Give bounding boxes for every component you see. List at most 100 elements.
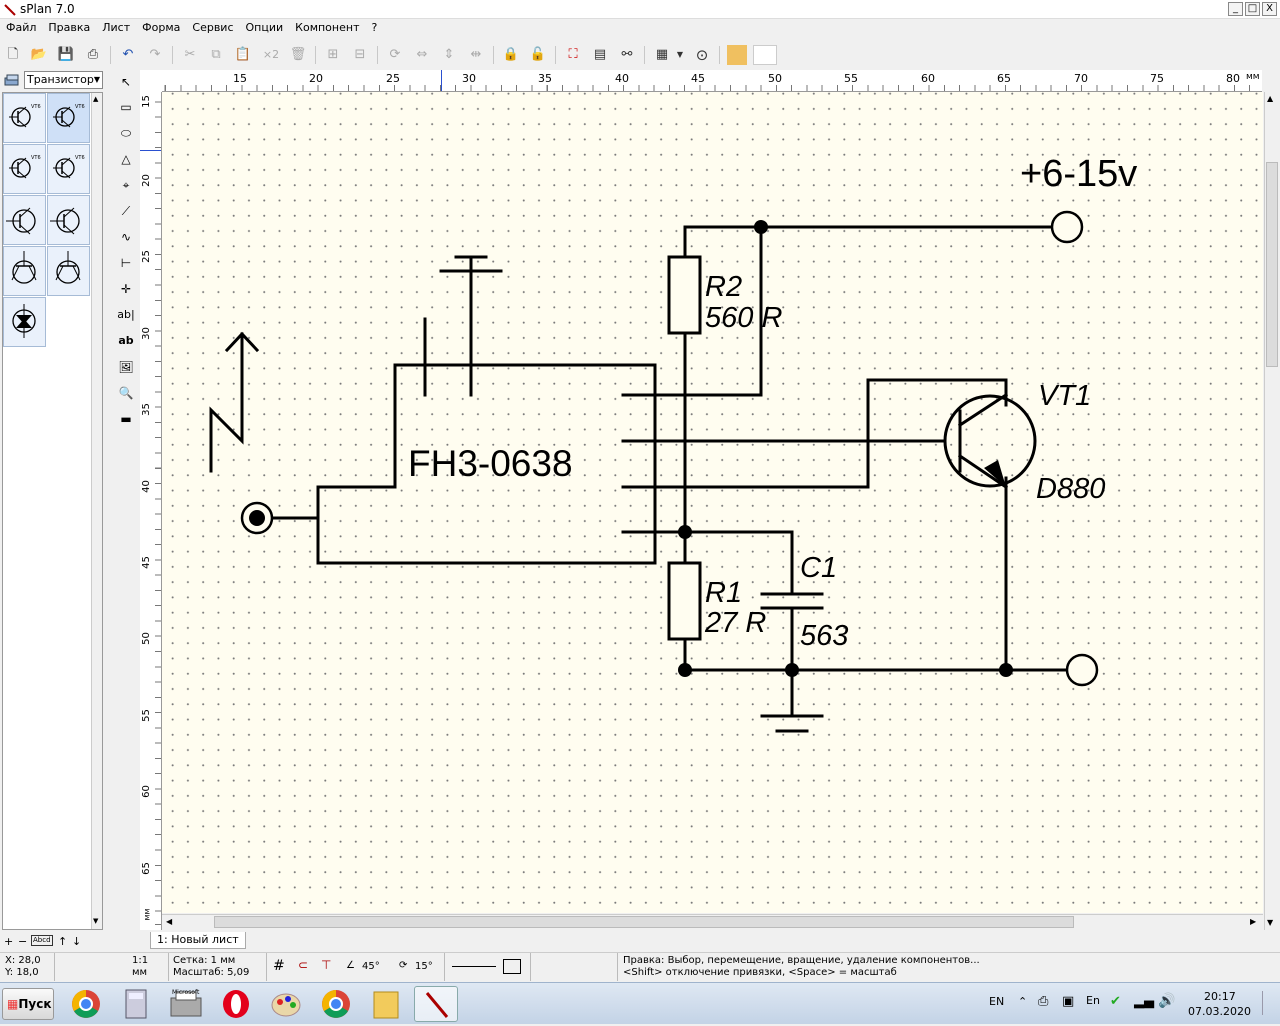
security-tray-icon[interactable]: ✔ bbox=[1110, 994, 1121, 1009]
color-swatch[interactable] bbox=[753, 45, 777, 65]
grid-toggle-icon[interactable]: ▦ bbox=[652, 45, 672, 65]
fax-taskbar-icon[interactable]: Microsoft bbox=[164, 986, 208, 1022]
add-page-button[interactable]: + bbox=[4, 935, 13, 948]
snap-magnet-icon[interactable]: ⊂ bbox=[298, 958, 308, 972]
redo-icon[interactable]: ↷ bbox=[145, 45, 165, 65]
language-indicator[interactable]: EN bbox=[989, 995, 1004, 1008]
schematic-drawing[interactable]: +6-15v R2 560 R FH3-0638 VT1 D880 C1 563… bbox=[162, 92, 1263, 913]
scroll-left-arrow-icon[interactable]: ◀ bbox=[166, 917, 172, 926]
rotate-icon[interactable]: ⟳ bbox=[385, 45, 405, 65]
scroll-down-arrow-icon[interactable]: ▼ bbox=[1267, 918, 1273, 927]
library-icon[interactable] bbox=[4, 73, 20, 87]
menu-options[interactable]: Опции bbox=[240, 19, 290, 37]
vertical-scroll-thumb[interactable] bbox=[1266, 162, 1278, 367]
zoom-tool-icon[interactable]: 🔍 bbox=[115, 382, 137, 404]
search-binoculars-icon[interactable]: ⚯ bbox=[617, 45, 637, 65]
menu-service[interactable]: Сервис bbox=[186, 19, 239, 37]
scroll-right-arrow-icon[interactable]: ▶ bbox=[1250, 917, 1256, 926]
move-down-button[interactable]: ↓ bbox=[72, 935, 81, 948]
paste-icon[interactable]: 📋 bbox=[233, 45, 253, 65]
color-picker-icon[interactable] bbox=[727, 45, 747, 65]
vertical-scrollbar[interactable]: ▲ ▼ bbox=[1264, 92, 1279, 930]
menu-component[interactable]: Компонент bbox=[289, 19, 365, 37]
opera-taskbar-icon[interactable] bbox=[214, 986, 258, 1022]
lock-icon[interactable]: 🔒 bbox=[501, 45, 521, 65]
horizontal-scroll-thumb[interactable] bbox=[214, 916, 1074, 928]
sheet-tab-1[interactable]: 1: Новый лист bbox=[150, 932, 246, 949]
schematic-canvas[interactable]: +6-15v R2 560 R FH3-0638 VT1 D880 C1 563… bbox=[162, 92, 1263, 913]
library-symbol-npn-2[interactable]: VT6 bbox=[47, 93, 90, 143]
rotate-15-icon[interactable]: ⟳ bbox=[399, 960, 407, 971]
clock-date[interactable]: 07.03.2020 bbox=[1188, 1005, 1251, 1018]
parts-list-icon[interactable]: ▤ bbox=[590, 45, 610, 65]
scroll-down-arrow-icon[interactable]: ▼ bbox=[93, 917, 98, 925]
show-desktop-button[interactable] bbox=[1262, 991, 1276, 1015]
library-symbol-npn-4[interactable] bbox=[3, 246, 46, 296]
close-button[interactable]: X bbox=[1262, 2, 1277, 16]
grid-snap-icon[interactable]: # bbox=[273, 958, 285, 974]
cut-icon[interactable]: ✂ bbox=[180, 45, 200, 65]
zoom-fit-icon[interactable]: ⊙ bbox=[692, 45, 712, 65]
chrome-taskbar-icon[interactable] bbox=[64, 986, 108, 1022]
maximize-button[interactable]: □ bbox=[1245, 2, 1260, 16]
mirror-h-icon[interactable]: ⇔ bbox=[412, 45, 432, 65]
angle-45-icon[interactable]: ∠ bbox=[346, 960, 355, 971]
library-symbol-pnp-3[interactable] bbox=[47, 195, 90, 245]
print-icon[interactable]: ⎙ bbox=[83, 45, 103, 65]
bezier-tool-icon[interactable]: ∿ bbox=[115, 226, 137, 248]
junction-tool-icon[interactable]: ✛ bbox=[115, 278, 137, 300]
ellipse-tool-icon[interactable]: ⬭ bbox=[115, 122, 137, 144]
paint-taskbar-icon[interactable] bbox=[264, 986, 308, 1022]
menu-sheet[interactable]: Лист bbox=[96, 19, 136, 37]
rectangle-tool-icon[interactable]: ▭ bbox=[115, 96, 137, 118]
library-symbol-pnp-4[interactable] bbox=[47, 246, 90, 296]
ruler-tool-icon[interactable]: ▬ bbox=[115, 408, 137, 430]
polygon-tool-icon[interactable]: △ bbox=[115, 148, 137, 170]
printer-tray-icon[interactable]: ⎙ bbox=[1038, 994, 1048, 1009]
horizontal-scrollbar[interactable]: ◀ ▶ bbox=[162, 914, 1263, 930]
library-symbol-npn-1[interactable]: VT6 bbox=[3, 93, 46, 143]
new-file-icon[interactable]: 🗋 bbox=[3, 45, 23, 65]
mirror-v-icon[interactable]: ⇕ bbox=[439, 45, 459, 65]
keyboard-tray-icon[interactable]: En bbox=[1086, 994, 1100, 1007]
menu-help[interactable]: ? bbox=[365, 19, 383, 37]
menu-shape[interactable]: Форма bbox=[136, 19, 186, 37]
start-button[interactable]: ▦Пуск bbox=[2, 988, 54, 1020]
grid-dropdown-arrow-icon[interactable]: ▼ bbox=[674, 45, 686, 65]
library-symbol-pnp-2[interactable]: VT6 bbox=[47, 144, 90, 194]
library-symbol-pnp-1[interactable]: VT6 bbox=[3, 144, 46, 194]
library-symbol-thyristor[interactable] bbox=[3, 297, 46, 347]
splan-taskbar-icon[interactable] bbox=[414, 986, 458, 1022]
scroll-up-arrow-icon[interactable]: ▲ bbox=[93, 95, 98, 103]
remove-page-button[interactable]: − bbox=[18, 935, 27, 948]
save-icon[interactable]: 💾 bbox=[56, 45, 76, 65]
group-icon[interactable]: ⊞ bbox=[323, 45, 343, 65]
volume-icon[interactable]: 🔊 bbox=[1158, 993, 1175, 1009]
copy-icon[interactable]: ⧉ bbox=[206, 45, 226, 65]
align-icon[interactable]: ⇹ bbox=[466, 45, 486, 65]
menu-file[interactable]: Файл bbox=[0, 19, 42, 37]
text-frame-tool-icon[interactable]: ab bbox=[115, 330, 137, 352]
pin-snap-icon[interactable]: ⊤ bbox=[321, 958, 331, 972]
component-check-icon[interactable]: ⛶ bbox=[563, 45, 583, 65]
image-tool-icon[interactable]: 🖼 bbox=[115, 356, 137, 378]
network-signal-icon[interactable]: ▂▄ bbox=[1134, 994, 1154, 1009]
chrome-taskbar-icon-2[interactable] bbox=[314, 986, 358, 1022]
scroll-up-arrow-icon[interactable]: ▲ bbox=[1267, 94, 1273, 103]
move-up-button[interactable]: ↑ bbox=[58, 935, 67, 948]
library-group-select[interactable]: Транзистор ▼ bbox=[24, 71, 103, 89]
menu-edit[interactable]: Правка bbox=[42, 19, 96, 37]
library-scrollbar[interactable]: ▲ ▼ bbox=[91, 93, 102, 929]
rename-page-button[interactable]: Abcd bbox=[31, 935, 53, 946]
fill-style-preview[interactable] bbox=[503, 959, 521, 974]
tray-app-icon[interactable]: ▣ bbox=[1062, 994, 1074, 1009]
open-folder-icon[interactable]: 📂 bbox=[29, 45, 49, 65]
select-arrow-icon[interactable]: ↖ bbox=[115, 71, 137, 93]
text-tool-icon[interactable]: ab| bbox=[115, 304, 137, 326]
clock-time[interactable]: 20:17 bbox=[1204, 990, 1236, 1003]
freeform-tool-icon[interactable]: ⌖ bbox=[115, 174, 137, 196]
undo-icon[interactable]: ↶ bbox=[118, 45, 138, 65]
measure-tool-icon[interactable]: ⊢ bbox=[115, 252, 137, 274]
ungroup-icon[interactable]: ⊟ bbox=[350, 45, 370, 65]
delete-icon[interactable]: 🗑 bbox=[288, 45, 308, 65]
